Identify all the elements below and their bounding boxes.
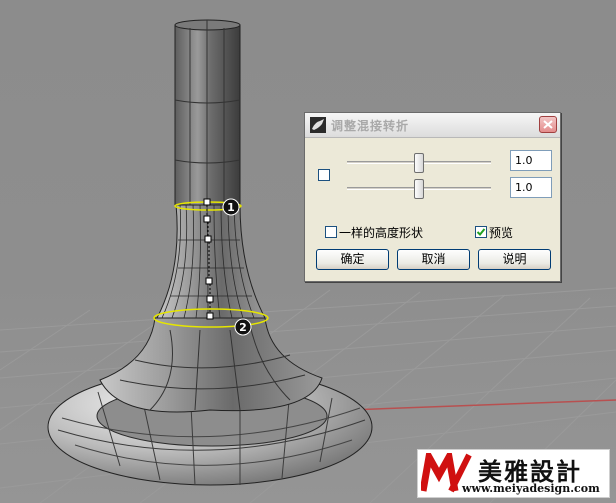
rhino-app-icon	[310, 117, 326, 133]
ok-button[interactable]: 确定	[316, 249, 389, 270]
same-height-label: 一样的高度形状	[339, 226, 424, 240]
checkmark-icon	[476, 228, 486, 236]
logo-letter: M	[447, 492, 448, 494]
top-cylinder	[174, 19, 241, 206]
adjust-blend-bulge-dialog: 调整混接转折 1.0 1.0 一样的高度形状 预览 确定 取消 说明	[304, 112, 561, 282]
slider-1-value-field[interactable]: 1.0	[510, 150, 552, 171]
cancel-button[interactable]: 取消	[397, 249, 470, 270]
slider-2-value-field[interactable]: 1.0	[510, 177, 552, 198]
marker-1: 1	[222, 198, 240, 216]
marker-2-label: 2	[239, 321, 247, 334]
dialog-titlebar[interactable]: 调整混接转折	[305, 113, 560, 138]
preview-checkbox[interactable]	[475, 226, 487, 238]
close-icon	[543, 120, 553, 129]
slider-2-thumb[interactable]	[414, 179, 424, 199]
slider-1-thumb[interactable]	[414, 153, 424, 173]
preview-label: 预览	[489, 226, 514, 240]
watermark-url: www.meiyadesign.com	[462, 482, 600, 495]
watermark: M 美雅設計 www.meiyadesign.com	[417, 449, 610, 498]
dialog-title: 调整混接转折	[331, 119, 410, 133]
help-button[interactable]: 说明	[478, 249, 551, 270]
marker-2: 2	[234, 318, 252, 336]
close-button[interactable]	[539, 116, 557, 133]
same-height-checkbox[interactable]	[325, 226, 337, 238]
blend-flare	[99, 317, 323, 413]
continuity-checkbox[interactable]	[318, 169, 330, 181]
marker-1-label: 1	[227, 201, 235, 214]
